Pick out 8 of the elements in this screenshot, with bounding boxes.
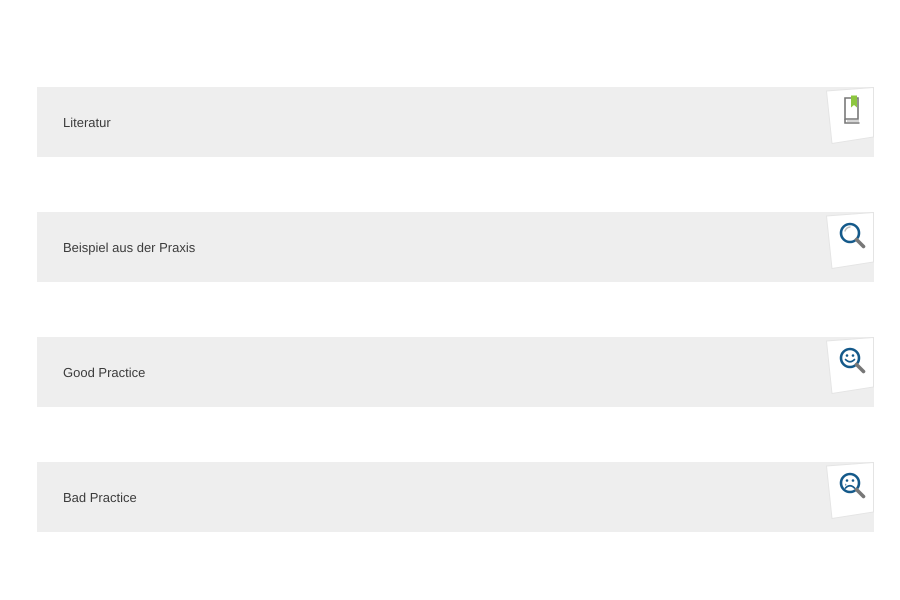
search-icon [826, 212, 874, 269]
accordion-header[interactable]: Bad Practice [37, 462, 874, 532]
book-icon [826, 87, 874, 144]
accordion-header[interactable]: Good Practice [37, 337, 874, 407]
accordion-header[interactable]: Literatur [37, 87, 874, 157]
smiley-magnifier-icon [826, 337, 874, 394]
sad-magnifier-icon [826, 462, 874, 519]
accordion-header[interactable]: Beispiel aus der Praxis [37, 212, 874, 282]
